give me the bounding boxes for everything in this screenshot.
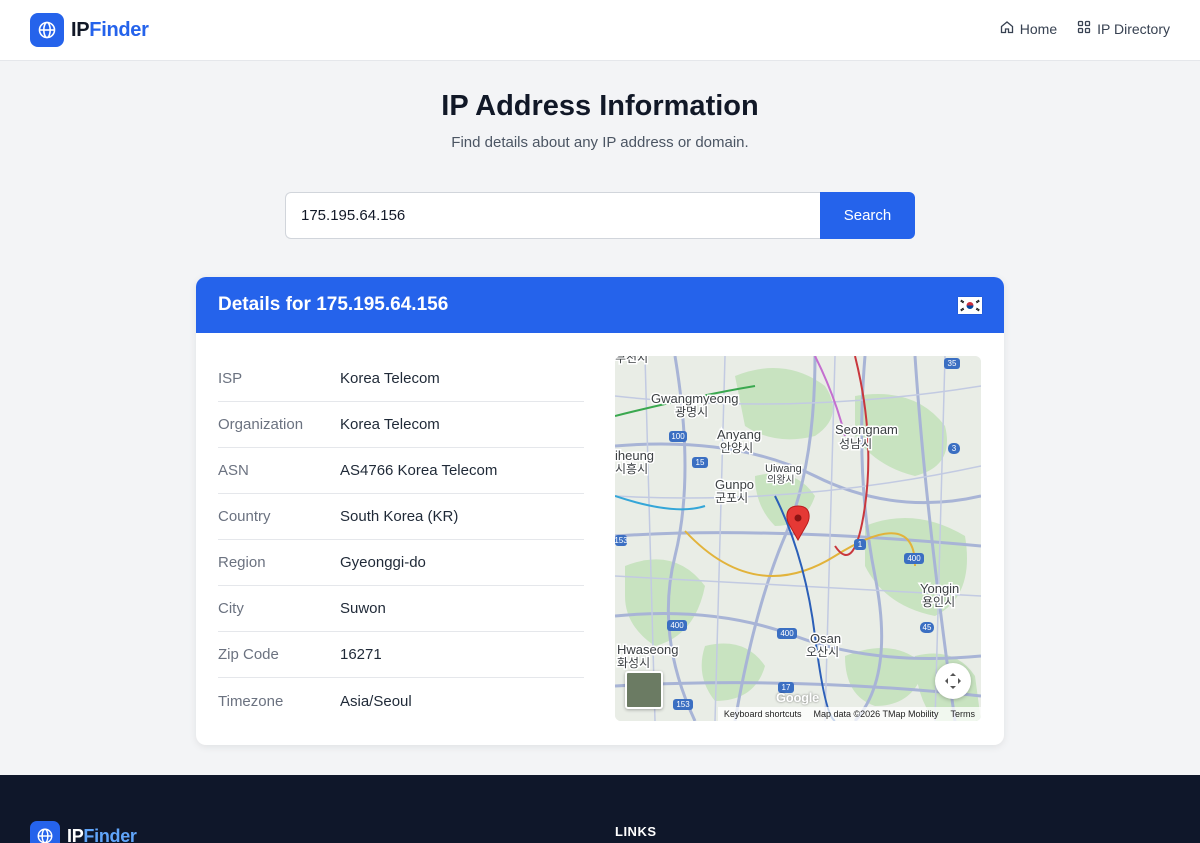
details-card-header: Details for 175.195.64.156: [196, 277, 1004, 333]
details-row-country: Country South Korea (KR): [218, 494, 584, 540]
map-label: Seongnam: [835, 422, 898, 437]
home-icon: [1000, 20, 1014, 37]
row-label: ISP: [218, 370, 243, 387]
nav-ip-directory-label: IP Directory: [1097, 20, 1170, 37]
map-label: Hwaseong: [617, 642, 678, 657]
map-label: 부천시: [615, 356, 648, 365]
map-label: 용인시: [922, 595, 955, 609]
site-footer: IPFinder LINKS: [0, 775, 1200, 843]
map-label: iheung: [615, 448, 654, 463]
details-title: Details for 175.195.64.156: [218, 294, 449, 315]
map-label: Gwangmyeong: [651, 391, 738, 406]
site-header: IPFinder Home IP Directory: [0, 0, 1200, 61]
row-label: City: [218, 600, 244, 617]
road-shield: 400: [670, 621, 684, 630]
road-shield: 3: [952, 444, 957, 453]
row-value: South Korea (KR): [340, 508, 459, 525]
globe-icon: [30, 13, 64, 47]
globe-icon: [30, 821, 60, 843]
map-label: 오산시: [806, 645, 839, 659]
details-card: Details for 175.195.64.156 ISP Korea Tel…: [196, 277, 1004, 745]
map-label: 의왕시: [767, 474, 795, 486]
map-label: 시흥시: [615, 462, 648, 476]
map-satellite-toggle[interactable]: [625, 671, 663, 709]
map-label: Osan: [810, 631, 841, 646]
details-row-city: City Suwon: [218, 586, 584, 632]
search-button[interactable]: Search: [820, 192, 915, 239]
map-label: 성남시: [839, 437, 872, 451]
row-value: Suwon: [340, 600, 386, 617]
site-logo[interactable]: IPFinder: [30, 13, 149, 47]
row-label: Organization: [218, 416, 304, 433]
map-fullscreen-button[interactable]: [935, 663, 971, 699]
row-value: Korea Telecom: [340, 416, 440, 433]
details-row-region: Region Gyeonggi-do: [218, 540, 584, 586]
nav-home-label: Home: [1019, 20, 1058, 37]
map-label: Anyang: [717, 427, 761, 442]
map-label: 화성시: [617, 656, 650, 670]
logo-wordmark: IPFinder: [71, 18, 149, 41]
map-data-credit: Map data ©2026 TMap Mobility: [813, 709, 939, 719]
row-label: Country: [218, 508, 271, 525]
details-row-asn: ASN AS4766 Korea Telecom: [218, 448, 584, 494]
map-canvas: 부천시 Gwangmyeong 광명시 Anyang 안양시 Seongnam …: [615, 356, 981, 721]
google-logo: Google: [776, 690, 819, 705]
road-shield: 100: [671, 432, 685, 441]
nav-ip-directory[interactable]: IP Directory: [1077, 20, 1170, 37]
row-label: Timezone: [218, 692, 284, 710]
map-label: 광명시: [675, 405, 708, 419]
ip-search-input[interactable]: [285, 192, 820, 239]
details-row-organization: Organization Korea Telecom: [218, 402, 584, 448]
road-shield: 400: [780, 629, 794, 638]
row-value: Korea Telecom: [340, 370, 440, 387]
details-row-isp: ISP Korea Telecom: [218, 356, 584, 402]
road-shield: 35: [948, 359, 957, 368]
terms-link[interactable]: Terms: [951, 709, 976, 719]
road-shield: 153: [615, 536, 628, 545]
road-shield: 15: [696, 458, 705, 467]
grid-icon: [1077, 20, 1091, 37]
main-nav: Home IP Directory: [1000, 20, 1170, 37]
details-row-timezone: Timezone Asia/Seoul: [218, 678, 584, 724]
fullscreen-icon: [943, 671, 963, 691]
road-shield: 400: [907, 554, 921, 563]
footer-links-heading: LINKS: [615, 824, 657, 839]
map-label: Yongin: [920, 581, 959, 596]
row-value: 16271: [340, 646, 382, 663]
row-value: Gyeonggi-do: [340, 554, 426, 571]
map-attribution: Keyboard shortcuts Map data ©2026 TMap M…: [717, 707, 981, 721]
footer-logo-wordmark: IPFinder: [67, 825, 137, 843]
row-label: Region: [218, 554, 266, 571]
row-label: Zip Code: [218, 646, 279, 663]
road-shield: 45: [923, 623, 932, 632]
location-map[interactable]: 부천시 Gwangmyeong 광명시 Anyang 안양시 Seongnam …: [615, 356, 981, 721]
nav-home[interactable]: Home: [1000, 20, 1057, 37]
page-title: IP Address Information: [441, 90, 759, 122]
row-label: ASN: [218, 462, 249, 479]
row-value: AS4766 Korea Telecom: [340, 462, 498, 479]
details-table: ISP Korea Telecom Organization Korea Tel…: [218, 356, 584, 724]
road-shield: 1: [858, 540, 863, 549]
map-label: Uiwang: [765, 463, 802, 475]
keyboard-shortcuts-link[interactable]: Keyboard shortcuts: [724, 709, 802, 719]
row-value: Asia/Seoul: [340, 692, 412, 710]
search-form: Search: [285, 192, 915, 239]
footer-logo[interactable]: IPFinder: [30, 821, 137, 843]
map-label: 안양시: [720, 441, 753, 455]
south-korea-flag-icon: [958, 296, 982, 314]
road-shield: 153: [676, 700, 690, 709]
details-row-zip-code: Zip Code 16271: [218, 632, 584, 678]
map-label: Gunpo: [715, 477, 754, 492]
map-label: 군포시: [715, 491, 748, 505]
page-subtitle: Find details about any IP address or dom…: [451, 134, 749, 151]
